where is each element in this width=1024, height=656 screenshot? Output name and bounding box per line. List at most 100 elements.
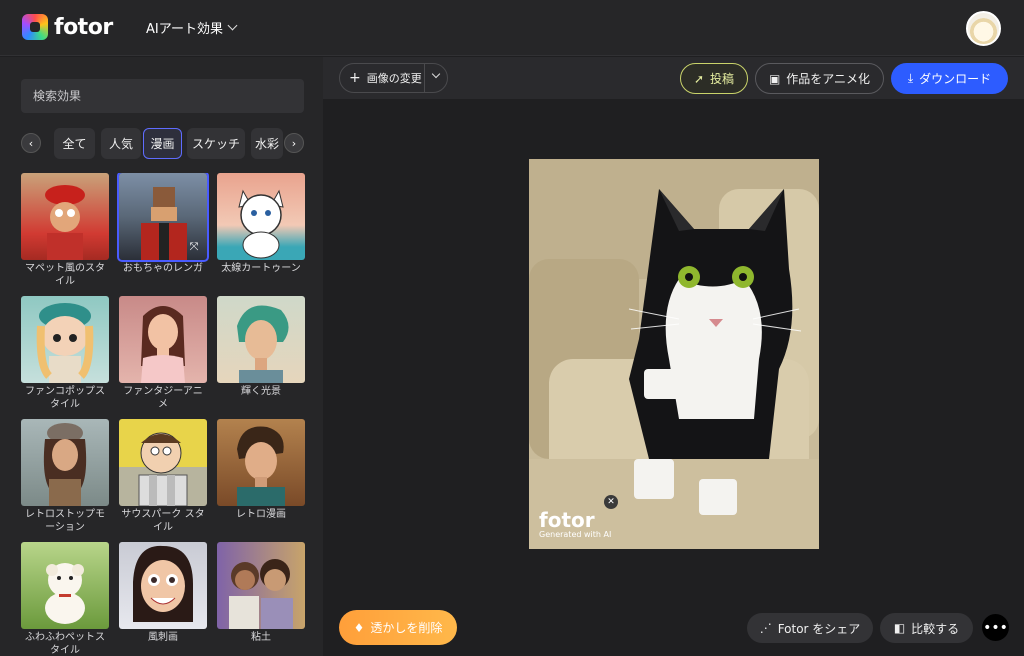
fotor-logo-icon (22, 14, 48, 40)
effect-bold-cartoon[interactable]: 太線カートゥーン (217, 173, 305, 275)
tab-watercolor[interactable]: 水彩 (251, 128, 283, 159)
effect-south-park[interactable]: サウスパーク スタイル (119, 419, 207, 534)
stop-motion-thumbnail-art (43, 423, 87, 506)
chevron-right-icon: › (291, 136, 297, 150)
download-label: ダウンロード (919, 72, 992, 86)
effect-retro-stop-motion[interactable]: レトロストップモーション (21, 419, 109, 534)
effect-thumbnail (21, 173, 109, 260)
effect-shining-scene[interactable]: 輝く光景 (217, 296, 305, 398)
effect-thumbnail (21, 542, 109, 629)
effect-thumbnail (119, 296, 207, 383)
avatar[interactable] (966, 11, 1001, 46)
effect-clay[interactable]: 粘土 (217, 542, 305, 644)
effects-grid: マペット風のスタイル ⤧ おもちゃのレンガ 太線カートゥーン ファンコポップスタ… (21, 173, 311, 656)
effect-thumbnail (217, 419, 305, 506)
effect-fantasy-anime[interactable]: ファンタジーアニメ (119, 296, 207, 411)
more-dots-icon: ••• (983, 619, 1008, 636)
post-button[interactable]: ➚ 投稿 (680, 63, 748, 94)
chevron-left-icon: ‹ (28, 136, 34, 150)
cartoon-cat-thumbnail-art (238, 189, 284, 259)
search-effects-input[interactable]: 検索効果 (21, 79, 304, 113)
download-button[interactable]: ⤓ ダウンロード (891, 63, 1008, 94)
watermark: fotor Generated with AI (539, 508, 611, 539)
compare-icon: ◧ (893, 621, 906, 635)
watermark-caption: Generated with AI (539, 530, 612, 539)
effect-label: 粘土 (251, 632, 271, 643)
chevron-down-icon (227, 20, 238, 31)
effect-label: 輝く光景 (241, 386, 281, 397)
effect-label: レトロストップモーション (25, 509, 105, 533)
muppet-thumbnail-art (45, 185, 85, 260)
effect-muppet[interactable]: マペット風のスタイル (21, 173, 109, 288)
share-fotor-button[interactable]: ⋰ Fotor をシェア (747, 613, 873, 643)
tab-sketch[interactable]: スケッチ (187, 128, 245, 159)
video-icon: ▣ (768, 71, 781, 86)
more-options-button[interactable]: ••• (982, 614, 1009, 641)
effect-label: ファンコポップスタイル (25, 386, 105, 410)
plus-icon: + (349, 70, 361, 86)
canvas-area: fotor Generated with AI ✕ ♦ 透かしを削除 ⋰ Fot… (323, 99, 1024, 656)
category-tabs: ‹ 全て 人気 漫画 スケッチ 水彩 › (21, 128, 305, 159)
effect-caricature[interactable]: 風刺画 (119, 542, 207, 644)
effect-label: ファンタジーアニメ (123, 386, 203, 410)
fluffy-pet-thumbnail-art (45, 563, 85, 624)
effect-thumbnail (21, 296, 109, 383)
funko-thumbnail-art (36, 303, 94, 383)
scroll-left-button[interactable]: ‹ (21, 133, 41, 153)
logo-text: fotor (54, 14, 113, 40)
close-icon[interactable]: ✕ (604, 495, 618, 509)
clay-thumbnail-art (229, 559, 293, 629)
effect-label: サウスパーク スタイル (121, 509, 205, 533)
remove-watermark-label: 透かしを削除 (370, 621, 443, 635)
effect-label: ふわふわペットスタイル (25, 632, 105, 656)
watermark-logo: fotor (539, 508, 595, 532)
share-icon: ⋰ (759, 621, 772, 635)
effect-toy-brick[interactable]: ⤧ おもちゃのレンガ (117, 173, 209, 275)
tab-manga[interactable]: 漫画 (143, 128, 182, 159)
tab-all[interactable]: 全て (54, 128, 95, 159)
compare-button[interactable]: ◧ 比較する (880, 613, 973, 643)
download-icon: ⤓ (907, 71, 914, 85)
caricature-thumbnail-art (133, 545, 193, 622)
effect-thumbnail (217, 296, 305, 383)
share-label: Fotor をシェア (777, 621, 861, 636)
change-image-label: 画像の変更 (366, 72, 422, 85)
effect-label: 太線カートゥーン (221, 263, 301, 274)
remove-watermark-button[interactable]: ♦ 透かしを削除 (339, 610, 457, 645)
anime-girl-thumbnail-art (141, 306, 185, 383)
south-park-thumbnail-art (138, 432, 188, 506)
effect-funko-pop[interactable]: ファンコポップスタイル (21, 296, 109, 411)
tab-popular[interactable]: 人気 (101, 128, 141, 159)
effect-label: マペット風のスタイル (25, 263, 105, 287)
paper-plane-icon: ➚ (693, 71, 705, 86)
effect-label: レトロ漫画 (236, 509, 286, 520)
effect-thumbnail (119, 542, 207, 629)
editor-toolbar: + 画像の変更 ➚ 投稿 ▣ 作品をアニメ化 ⤓ ダウンロード (323, 57, 1024, 99)
compare-label: 比較する (911, 621, 960, 636)
animate-label: 作品をアニメ化 (786, 72, 871, 86)
fotor-logo[interactable]: fotor (22, 14, 113, 40)
ai-art-effects-menu[interactable]: AIアート効果 (146, 18, 238, 37)
swap-arrows-icon: ⤧ (189, 240, 199, 253)
lego-cat-image-art (529, 159, 819, 549)
retro-manga-thumbnail-art (237, 426, 285, 506)
effect-thumbnail: ⤧ (117, 173, 209, 262)
menu-label: AIアート効果 (146, 22, 223, 37)
effect-label: 風刺画 (148, 632, 178, 643)
effect-thumbnail (217, 173, 305, 260)
effect-retro-manga[interactable]: レトロ漫画 (217, 419, 305, 521)
generated-image[interactable]: fotor Generated with AI ✕ (529, 159, 819, 549)
effect-thumbnail (217, 542, 305, 629)
effect-fluffy-pet[interactable]: ふわふわペットスタイル (21, 542, 109, 656)
divider (424, 64, 425, 92)
change-image-button[interactable]: + 画像の変更 (339, 63, 448, 93)
top-bar: fotor AIアート効果 (0, 0, 1024, 56)
effects-sidebar: 検索効果 ‹ 全て 人気 漫画 スケッチ 水彩 › マペット風のスタイル ⤧ お… (0, 57, 323, 656)
chevron-down-icon[interactable] (431, 69, 441, 79)
effect-thumbnail (119, 419, 207, 506)
glowing-portrait-thumbnail-art (237, 305, 289, 383)
animate-artwork-button[interactable]: ▣ 作品をアニメ化 (755, 63, 884, 94)
scroll-right-button[interactable]: › (284, 133, 304, 153)
effect-thumbnail (21, 419, 109, 506)
post-label: 投稿 (710, 72, 735, 86)
